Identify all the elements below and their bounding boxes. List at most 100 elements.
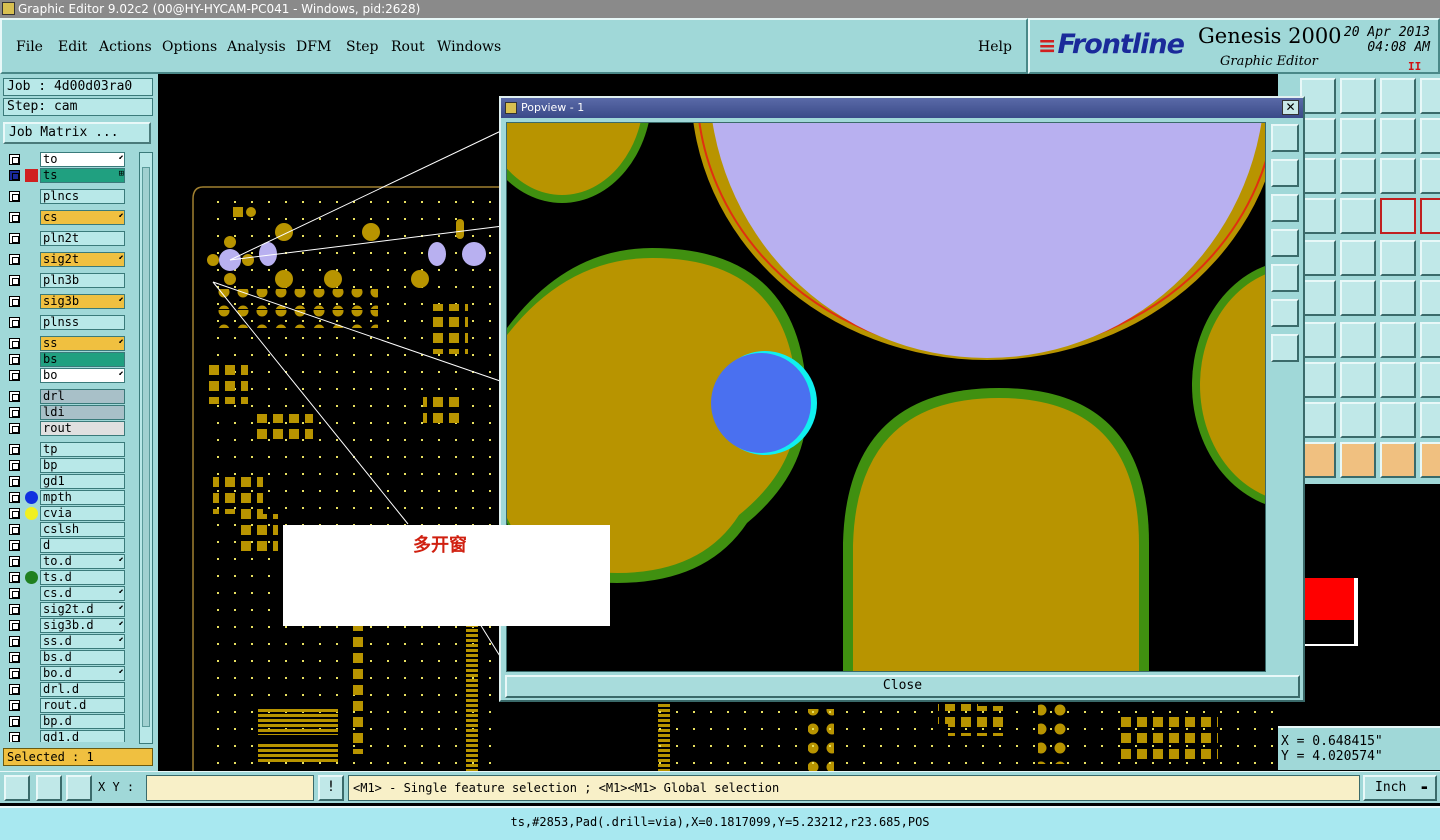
pv-save-icon[interactable] (1271, 194, 1299, 222)
layer-row[interactable]: tp (3, 442, 127, 457)
layer-name[interactable]: ts.d (40, 570, 125, 585)
layer-row[interactable]: bs (3, 352, 127, 367)
layer-name[interactable]: plnss (40, 315, 125, 330)
layer-row[interactable]: ts.d (3, 570, 127, 585)
layer-row[interactable]: cslsh (3, 522, 127, 537)
layer-name[interactable]: mpth (40, 490, 125, 505)
layer-checkbox[interactable] (9, 476, 20, 487)
popview-title-bar[interactable]: Popview - 1 ✕ (501, 98, 1303, 118)
layer-row[interactable]: cvia (3, 506, 127, 521)
layer-name[interactable]: ts (40, 168, 125, 183)
layer-row[interactable]: drl.d (3, 682, 127, 697)
menu-rout[interactable]: Rout (391, 39, 425, 55)
layer-name[interactable]: bo.d (40, 666, 125, 681)
layer-checkbox[interactable] (9, 338, 20, 349)
zoom-area-icon[interactable] (4, 775, 30, 801)
layer-checkbox[interactable] (9, 668, 20, 679)
zoom-extents-icon[interactable] (1340, 158, 1376, 194)
home-icon[interactable] (1380, 78, 1416, 114)
layer-row[interactable]: bp (3, 458, 127, 473)
layer-row[interactable]: gd1.d (3, 730, 127, 742)
layer-row[interactable]: ss.d ⬋ (3, 634, 127, 649)
layer-checkbox[interactable] (9, 407, 20, 418)
layer-checkbox[interactable] (9, 296, 20, 307)
menu-help[interactable]: Help (978, 39, 1012, 55)
layer-name[interactable]: to (40, 152, 125, 167)
one-to-two-icon[interactable] (1380, 158, 1416, 194)
layer-checkbox[interactable] (9, 317, 20, 328)
layer-row[interactable]: bs.d (3, 650, 127, 665)
layer-row[interactable]: pln2t (3, 231, 127, 246)
measure-icon[interactable] (1300, 198, 1336, 234)
layer-checkbox[interactable] (9, 154, 20, 165)
move-icon[interactable] (1300, 280, 1336, 316)
layer-row[interactable]: plnss (3, 315, 127, 330)
xy-input[interactable] (146, 775, 314, 801)
layer-row[interactable]: ts ⊞ (3, 168, 127, 183)
menu-edit[interactable]: Edit (58, 39, 87, 55)
layer-checkbox[interactable] (9, 492, 20, 503)
zoom-fit-icon[interactable] (1300, 158, 1336, 194)
pan-icon[interactable] (1300, 78, 1336, 114)
zoom-in-icon[interactable] (1300, 118, 1336, 154)
layer-checkbox[interactable] (9, 444, 20, 455)
layer-row[interactable]: to.d ⬋ (3, 554, 127, 569)
layer-name[interactable]: gd1.d (40, 730, 125, 742)
layer-name[interactable]: gd1 (40, 474, 125, 489)
layer-name[interactable]: drl.d (40, 682, 125, 697)
layer-name[interactable]: drl (40, 389, 125, 404)
triangle-icon[interactable] (1300, 402, 1336, 438)
layer-row[interactable]: d (3, 538, 127, 553)
select-box-icon[interactable] (1340, 442, 1376, 478)
layer-checkbox[interactable] (9, 170, 20, 181)
layer-name[interactable]: cslsh (40, 522, 125, 537)
save-view-icon[interactable] (1340, 78, 1376, 114)
menu-step[interactable]: Step (346, 39, 378, 55)
layer-row[interactable]: drl (3, 389, 127, 404)
snap-icon[interactable] (1420, 118, 1440, 154)
scroll-thumb[interactable] (142, 167, 150, 727)
menu-actions[interactable]: Actions (99, 39, 152, 55)
layer-checkbox[interactable] (9, 391, 20, 402)
layer-name[interactable]: rout (40, 421, 125, 436)
layer-name[interactable]: tp (40, 442, 125, 457)
layer-checkbox[interactable] (9, 254, 20, 265)
help-icon[interactable] (1420, 158, 1440, 194)
add-line-icon[interactable] (1380, 280, 1416, 316)
menu-file[interactable]: File (16, 39, 43, 55)
shape-icon[interactable] (1340, 240, 1376, 276)
layer-checkbox[interactable] (9, 620, 20, 631)
layer-name[interactable]: d (40, 538, 125, 553)
redraw-icon[interactable] (1340, 118, 1376, 154)
layer-name[interactable]: bp (40, 458, 125, 473)
pad-icon[interactable] (1420, 240, 1440, 276)
draw-line-icon[interactable] (1340, 322, 1376, 358)
layer-name[interactable]: bp.d (40, 714, 125, 729)
select-net-icon[interactable] (1420, 442, 1440, 478)
copy-icon[interactable] (1300, 240, 1336, 276)
layer-row[interactable]: sig2t ⬋ (3, 252, 127, 267)
job-matrix-button[interactable]: Job Matrix ... (3, 122, 151, 144)
layer-name[interactable]: cvia (40, 506, 125, 521)
layer-row[interactable]: bo.d ⬋ (3, 666, 127, 681)
layer-checkbox[interactable] (9, 700, 20, 711)
layer-name[interactable]: cs.d (40, 586, 125, 601)
layer-checkbox[interactable] (9, 588, 20, 599)
layer-checkbox[interactable] (9, 212, 20, 223)
snap-mode-icon[interactable] (36, 775, 62, 801)
layer-row[interactable]: rout (3, 421, 127, 436)
layer-name[interactable]: cs (40, 210, 125, 225)
layer-checkbox[interactable] (9, 540, 20, 551)
layer-checkbox[interactable] (9, 354, 20, 365)
ruler-icon[interactable] (1380, 240, 1416, 276)
menu-dfm[interactable]: DFM (296, 39, 331, 55)
alert-icon[interactable]: ! (318, 775, 344, 801)
close-icon[interactable]: ✕ (1282, 100, 1299, 115)
unit-selector[interactable]: Inch ▬ (1363, 775, 1437, 801)
layer-name[interactable]: to.d (40, 554, 125, 569)
layer-row[interactable]: sig3b.d ⬋ (3, 618, 127, 633)
layer-row[interactable]: bp.d (3, 714, 127, 729)
layer-checkbox[interactable] (9, 684, 20, 695)
layer-row[interactable]: cs.d ⬋ (3, 586, 127, 601)
symbols-icon[interactable] (1420, 362, 1440, 398)
